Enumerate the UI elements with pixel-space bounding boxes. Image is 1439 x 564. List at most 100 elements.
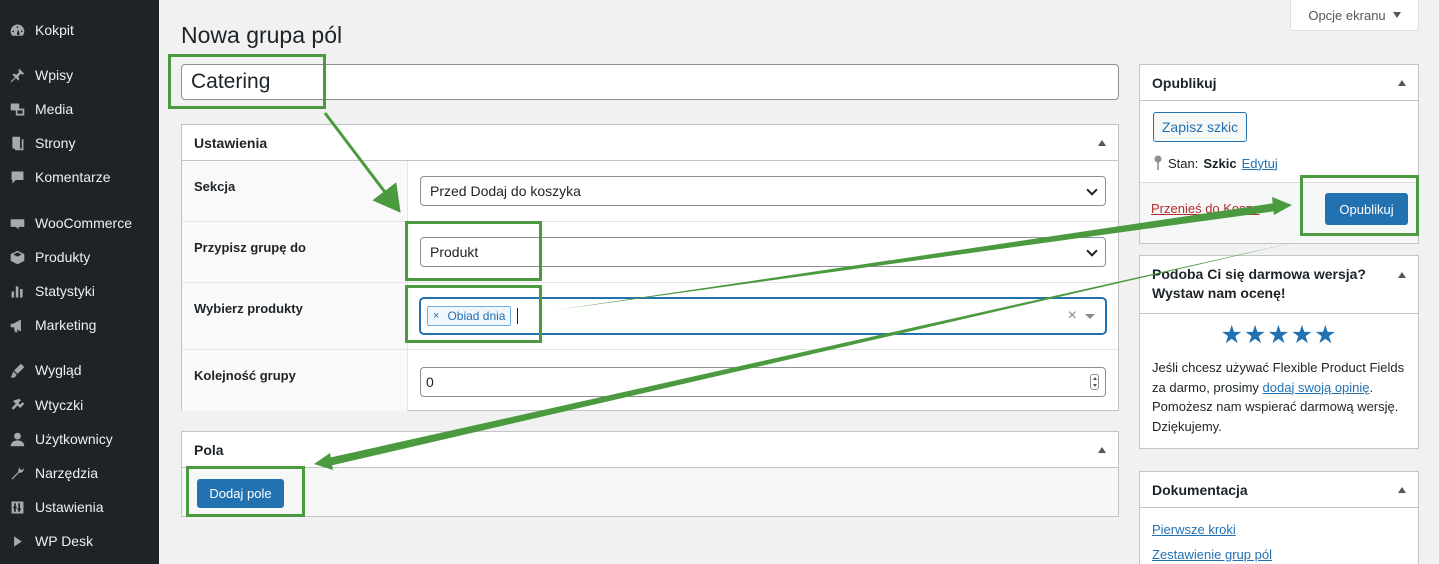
order-value: 0 <box>426 374 434 390</box>
sidebar-item-wp-desk[interactable]: WP Desk <box>0 526 159 556</box>
sidebar-item-narzedzia[interactable]: Narzędzia <box>0 458 159 488</box>
settings-icon <box>8 498 26 516</box>
status-label: Stan: <box>1168 155 1199 171</box>
product-tag-label: Obiad dnia <box>447 309 506 323</box>
sidebar-item-label: Ustawienia <box>35 499 104 515</box>
pages-icon <box>8 134 26 152</box>
section-select-value: Przed Dodaj do koszyka <box>430 183 581 199</box>
settings-row-assign: Przypisz grupę do Produkt <box>182 222 1118 283</box>
edit-status-link[interactable]: Edytuj <box>1242 156 1278 171</box>
sidebar-item-komentarze[interactable]: Komentarze <box>0 162 159 192</box>
sidebar-item-kokpit[interactable]: Kokpit <box>0 15 159 45</box>
sidebar-item-strony[interactable]: Strony <box>0 128 159 158</box>
section-label: Sekcja <box>182 161 408 221</box>
collapse-arrow-icon[interactable] <box>1398 79 1406 86</box>
screen-options-button[interactable]: Opcje ekranu <box>1290 0 1419 31</box>
publish-button[interactable]: Opublikuj <box>1325 193 1408 225</box>
stats-icon <box>8 282 26 300</box>
fields-metabox: Pola Dodaj pole <box>181 431 1119 517</box>
review-link[interactable]: dodaj swoją opinię <box>1263 380 1370 395</box>
sidebar-item-label: Statystyki <box>35 283 95 299</box>
section-select[interactable]: Przed Dodaj do koszyka <box>420 176 1106 206</box>
remove-tag-icon[interactable]: × <box>433 310 439 322</box>
products-icon <box>8 248 26 266</box>
products-multiselect[interactable]: × Obiad dnia × <box>420 298 1106 334</box>
sidebar-item-label: Strony <box>35 135 76 151</box>
sidebar-item-label: Komentarze <box>35 169 111 185</box>
number-spinner-icon[interactable] <box>1090 374 1099 390</box>
fields-title: Pola <box>194 441 224 458</box>
woo-icon <box>8 214 26 232</box>
docs-link-field-groups[interactable]: Zestawienie grup pól <box>1152 547 1272 562</box>
dropdown-arrow-icon[interactable] <box>1085 314 1095 319</box>
sidebar-item-wtyczki[interactable]: Wtyczki <box>0 390 159 420</box>
sidebar-item-woocommerce[interactable]: WooCommerce <box>0 208 159 238</box>
sidebar-item-uzytkownicy[interactable]: Użytkownicy <box>0 424 159 454</box>
plugins-icon <box>8 396 26 414</box>
tools-icon <box>8 464 26 482</box>
status-line: Stan: Szkic Edytuj <box>1153 155 1278 171</box>
sidebar-item-label: Narzędzia <box>35 465 99 481</box>
sidebar-item-wyglad[interactable]: Wygląd <box>0 355 159 385</box>
sidebar-item-label: WP Desk <box>35 533 94 549</box>
collapse-arrow-icon[interactable] <box>1398 486 1406 493</box>
sidebar-item-produkty[interactable]: Produkty <box>0 242 159 272</box>
users-icon <box>8 430 26 448</box>
pin-icon <box>8 66 26 84</box>
collapse-arrow-icon[interactable] <box>1098 139 1106 146</box>
rating-stars[interactable]: ★★★★★ <box>1140 320 1418 350</box>
dashboard-icon <box>8 21 26 39</box>
sidebar-item-label: Użytkownicy <box>35 431 113 447</box>
chevron-down-icon <box>1086 184 1098 196</box>
collapse-arrow-icon[interactable] <box>1098 446 1106 453</box>
docs-link-getting-started[interactable]: Pierwsze kroki <box>1152 522 1236 537</box>
text-cursor <box>517 308 519 324</box>
sidebar-item-label: WooCommerce <box>35 215 132 231</box>
publish-metabox-header: Opublikuj <box>1140 65 1418 101</box>
chevron-down-icon <box>1086 245 1098 257</box>
sidebar-item-media[interactable]: Media <box>0 94 159 124</box>
sidebar-item-label: Kokpit <box>35 22 74 38</box>
sidebar-item-label: Marketing <box>35 317 97 333</box>
publish-actions: Przenieś do Kosza Opublikuj <box>1140 182 1418 243</box>
sidebar-item-statystyki[interactable]: Statystyki <box>0 276 159 306</box>
products-label: Wybierz produkty <box>182 283 408 349</box>
fields-metabox-header: Pola <box>182 432 1118 468</box>
docs-metabox-header: Dokumentacja <box>1140 472 1418 508</box>
trash-link[interactable]: Przenieś do Kosza <box>1151 201 1259 216</box>
sidebar-item-label: Produkty <box>35 249 91 265</box>
order-number-input[interactable]: 0 <box>420 367 1106 397</box>
save-draft-button[interactable]: Zapisz szkic <box>1153 112 1247 142</box>
marketing-icon <box>8 316 26 334</box>
sidebar-item-label: Wpisy <box>35 67 74 83</box>
sidebar-item-marketing[interactable]: Marketing <box>0 310 159 340</box>
assign-label: Przypisz grupę do <box>182 222 408 282</box>
docs-title: Dokumentacja <box>1152 481 1248 498</box>
publish-metabox: Opublikuj Zapisz szkic Stan: Szkic Edytu… <box>1139 64 1419 244</box>
caret-down-icon <box>1392 12 1401 18</box>
screen-options-label: Opcje ekranu <box>1308 7 1386 23</box>
publish-title: Opublikuj <box>1152 74 1217 91</box>
rate-title: Podoba Ci się darmowa wersja? Wystaw nam… <box>1152 266 1366 301</box>
admin-sidebar: Kokpit Wpisy Media Strony Komentarze Woo… <box>0 0 159 564</box>
rate-metabox-header: Podoba Ci się darmowa wersja? Wystaw nam… <box>1140 256 1418 314</box>
assign-select[interactable]: Produkt <box>420 237 1106 267</box>
status-value: Szkic <box>1203 155 1237 171</box>
sidebar-item-ustawienia[interactable]: Ustawienia <box>0 492 159 522</box>
add-field-button[interactable]: Dodaj pole <box>197 479 284 508</box>
sidebar-item-label: Media <box>35 101 74 117</box>
group-title-input[interactable] <box>181 64 1119 100</box>
sidebar-item-label: Wtyczki <box>35 397 84 413</box>
clear-icon[interactable]: × <box>1068 307 1077 325</box>
collapse-arrow-icon[interactable] <box>1398 272 1406 278</box>
rate-text: Jeśli chcesz używać Flexible Product Fie… <box>1152 358 1414 436</box>
sidebar-item-label: Wygląd <box>35 362 82 378</box>
settings-row-section: Sekcja Przed Dodaj do koszyka <box>182 161 1118 222</box>
settings-title: Ustawienia <box>194 134 268 151</box>
order-label: Kolejność grupy <box>182 350 408 411</box>
sidebar-item-wpisy[interactable]: Wpisy <box>0 60 159 90</box>
rate-metabox: Podoba Ci się darmowa wersja? Wystaw nam… <box>1139 255 1419 449</box>
pin-icon <box>1154 155 1162 170</box>
assign-select-value: Produkt <box>430 244 479 260</box>
page-title: Nowa grupa pól <box>181 22 343 48</box>
